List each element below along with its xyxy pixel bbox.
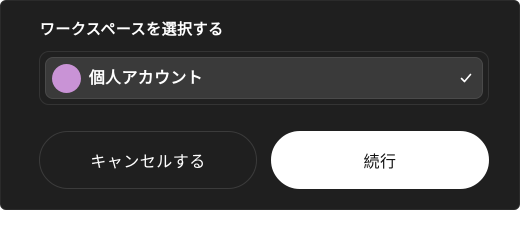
continue-button-label: 続行 xyxy=(363,152,397,171)
workspace-select-container: 個人アカウント xyxy=(39,51,489,105)
continue-button[interactable]: 続行 xyxy=(271,131,489,189)
check-icon xyxy=(460,73,472,83)
selected-workspace-label: 個人アカウント xyxy=(89,68,204,87)
cancel-button[interactable]: キャンセルする xyxy=(39,131,257,189)
dialog-title: ワークスペースを選択する xyxy=(40,20,224,38)
workspace-select-dialog: ワークスペースを選択する 個人アカウント キャンセルする 続行 xyxy=(0,0,520,210)
cancel-button-label: キャンセルする xyxy=(90,152,206,171)
avatar xyxy=(52,64,81,93)
workspace-select[interactable]: 個人アカウント xyxy=(45,57,483,99)
